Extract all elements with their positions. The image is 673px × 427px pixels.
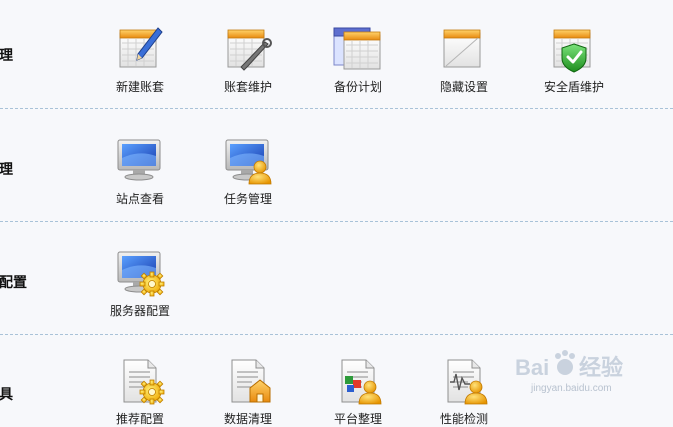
calendar-pen-icon	[119, 27, 163, 68]
new-account-set-button[interactable]: 新建账套	[98, 24, 182, 95]
server-configuration-label: 服务器配置	[109, 304, 170, 318]
paw-icon	[555, 350, 575, 375]
monitor-gear-icon	[117, 251, 165, 297]
section-divider	[0, 108, 673, 109]
account-set-maintenance-label: 账套维护	[223, 80, 272, 94]
security-shield-maintenance-button[interactable]: 安全盾维护	[532, 24, 616, 95]
section-3-title: 配置	[0, 274, 27, 290]
hidden-settings-label: 隐藏设置	[439, 80, 488, 94]
backup-plan-button[interactable]: 备份计划	[316, 24, 400, 95]
platform-organize-button[interactable]: 平台整理	[316, 356, 400, 427]
watermark-url: jingyan.baidu.com	[530, 383, 612, 394]
chart-user-icon	[447, 359, 488, 405]
section-2-title: 理	[0, 161, 13, 177]
calendars-icon	[333, 27, 381, 70]
site-view-label: 站点查看	[115, 192, 164, 206]
server-configuration-button[interactable]: 服务器配置	[98, 248, 182, 319]
section-divider	[0, 334, 673, 335]
watermark-brand-2: 经验	[579, 355, 623, 380]
section-1-title: 理	[0, 47, 13, 63]
security-shield-maintenance-label: 安全盾维护	[543, 80, 604, 94]
performance-test-label: 性能检测	[439, 412, 488, 426]
new-account-set-label: 新建账套	[115, 80, 164, 94]
monitor-user-icon	[225, 139, 272, 185]
section-divider	[0, 221, 673, 222]
calendar-wrench-icon	[227, 29, 272, 71]
recommended-configuration-button[interactable]: 推荐配置	[98, 356, 182, 427]
backup-plan-label: 备份计划	[333, 80, 382, 94]
task-management-label: 任务管理	[223, 192, 272, 206]
blank-calendar-icon	[443, 29, 481, 68]
data-cleanup-button[interactable]: 数据清理	[206, 356, 290, 427]
performance-test-button[interactable]: 性能检测	[422, 356, 506, 427]
monitor-icon	[117, 139, 161, 181]
task-management-button[interactable]: 任务管理	[206, 136, 290, 207]
site-view-button[interactable]: 站点查看	[98, 136, 182, 207]
cubes-user-icon	[341, 359, 382, 405]
account-set-maintenance-button[interactable]: 账套维护	[206, 24, 290, 95]
baidu-jingyan-watermark: Bai 经验 jingyan.baidu.com	[515, 350, 623, 394]
recommended-configuration-label: 推荐配置	[115, 412, 164, 426]
hidden-settings-button[interactable]: 隐藏设置	[422, 24, 506, 95]
document-gear-icon	[123, 359, 165, 405]
document-home-icon	[231, 359, 271, 403]
platform-organize-label: 平台整理	[333, 412, 382, 426]
section-4-title: 具	[0, 386, 13, 402]
calendar-shield-icon	[553, 29, 591, 73]
data-cleanup-label: 数据清理	[223, 412, 272, 426]
watermark-brand: Bai	[515, 355, 549, 380]
